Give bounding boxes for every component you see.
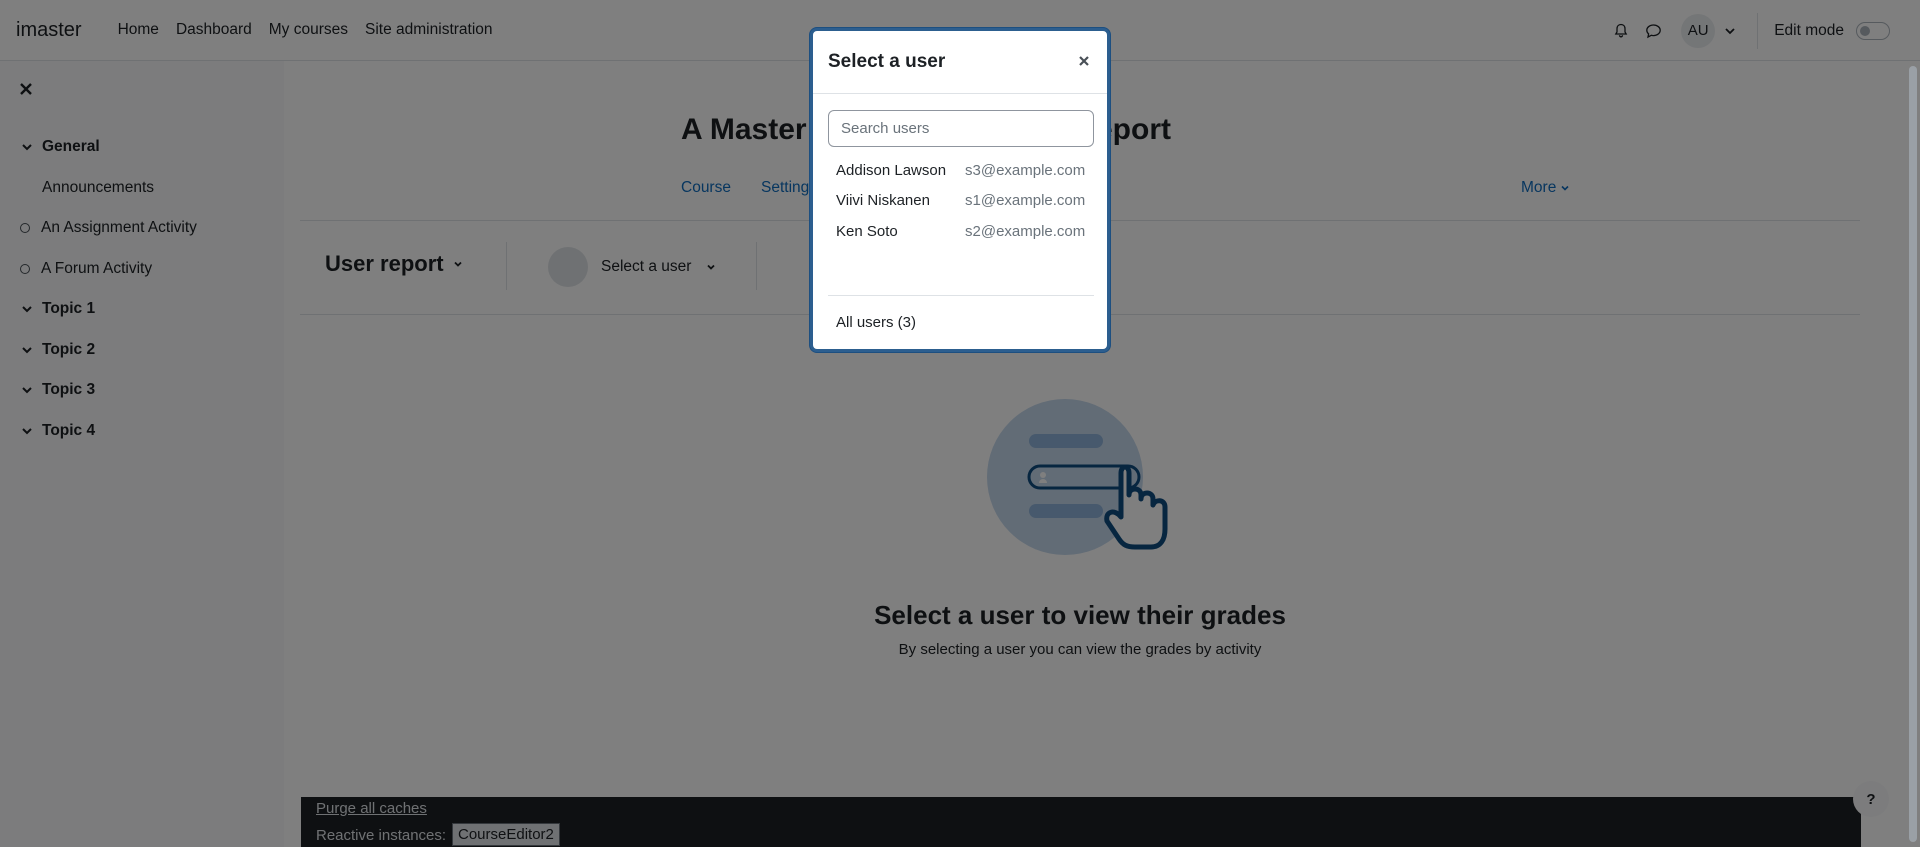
user-name: Viivi Niskanen	[836, 192, 930, 210]
user-name: Ken Soto	[836, 222, 898, 240]
user-option[interactable]: Ken Soto s2@example.com	[828, 216, 1098, 247]
user-email: s2@example.com	[965, 222, 1086, 240]
select-user-dialog: Select a user Addison Lawson s3@example.…	[810, 28, 1110, 352]
page-scrollbar[interactable]	[1909, 66, 1917, 842]
user-list: Addison Lawson s3@example.com Viivi Nisk…	[828, 155, 1098, 247]
search-users-input[interactable]	[828, 110, 1094, 147]
dialog-header: Select a user	[813, 31, 1107, 94]
user-email: s1@example.com	[965, 192, 1086, 210]
dialog-divider	[828, 295, 1094, 296]
user-option[interactable]: Viivi Niskanen s1@example.com	[828, 186, 1098, 217]
close-icon[interactable]	[1075, 52, 1093, 70]
dialog-title: Select a user	[828, 51, 946, 72]
user-option[interactable]: Addison Lawson s3@example.com	[828, 155, 1098, 186]
user-email: s3@example.com	[965, 161, 1086, 179]
user-name: Addison Lawson	[836, 161, 947, 179]
all-users-link[interactable]: All users (3)	[836, 314, 916, 331]
